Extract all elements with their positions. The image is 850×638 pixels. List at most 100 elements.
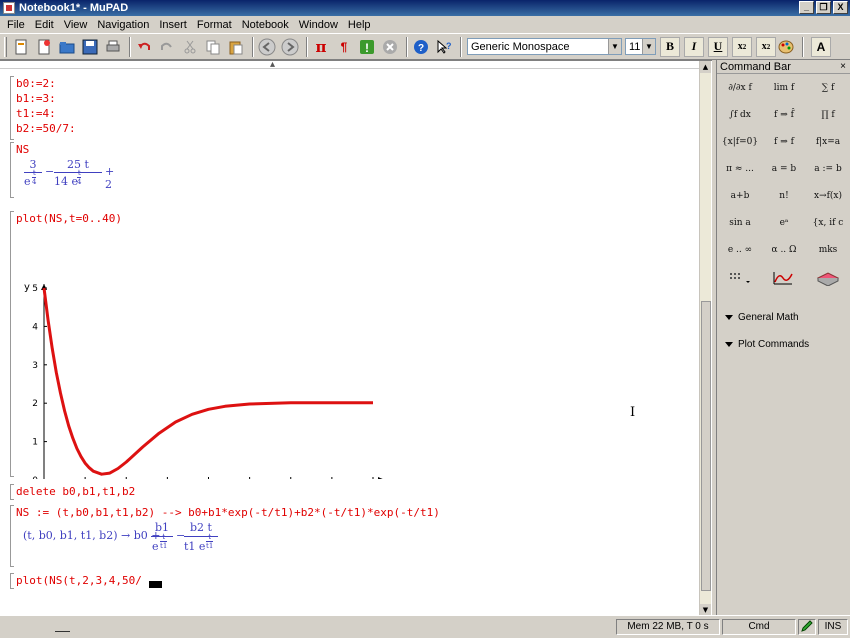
underline-button[interactable]: U: [708, 36, 728, 57]
status-bar: Mem 22 MB, T 0 s Cmd INS: [0, 615, 850, 638]
menu-navigation[interactable]: Navigation: [92, 19, 154, 31]
plot-commands-section[interactable]: Plot Commands: [725, 339, 809, 350]
save-icon[interactable]: [80, 37, 100, 57]
input-line[interactable]: b2:=50/7:: [16, 121, 76, 136]
plot-canvas[interactable]: 0510152025303540012345ty: [16, 229, 396, 479]
new-document-icon[interactable]: [34, 37, 54, 57]
function-button[interactable]: x→f(x): [807, 184, 849, 208]
undo-icon[interactable]: [134, 37, 154, 57]
input-line[interactable]: b1:=3:: [16, 91, 56, 106]
input-bracket[interactable]: [10, 211, 14, 477]
input-bracket[interactable]: [10, 142, 14, 198]
general-math-section[interactable]: General Math: [725, 312, 799, 323]
derivative-button[interactable]: ∂/∂x f: [719, 76, 761, 100]
menu-edit[interactable]: Edit: [30, 19, 59, 31]
sum-button[interactable]: ∑ f: [807, 76, 849, 100]
help-icon[interactable]: ?: [411, 37, 431, 57]
input-line[interactable]: b0:=2:: [16, 76, 56, 91]
pencil-icon[interactable]: [798, 619, 816, 635]
matrix-icon[interactable]: [719, 266, 761, 290]
input-line[interactable]: plot(NS(t,2,3,4,50/: [16, 573, 142, 588]
plot-3d-icon[interactable]: [807, 266, 849, 290]
insert-text-icon[interactable]: ¶: [334, 37, 354, 57]
input-bracket[interactable]: [10, 573, 14, 589]
copy-icon[interactable]: [203, 37, 223, 57]
input-bracket[interactable]: [10, 505, 14, 567]
factorial-button[interactable]: n!: [763, 184, 805, 208]
y-tick-label: 0: [32, 476, 38, 479]
close-button[interactable]: X: [833, 1, 848, 14]
redo-icon[interactable]: [157, 37, 177, 57]
cut-icon[interactable]: [180, 37, 200, 57]
menu-format[interactable]: Format: [192, 19, 237, 31]
scroll-up-arrow-icon[interactable]: ▴: [270, 59, 275, 70]
back-icon[interactable]: [257, 37, 277, 57]
stop-icon[interactable]: [380, 37, 400, 57]
integral-button[interactable]: ∫f dx: [719, 103, 761, 127]
vertical-scrollbar[interactable]: ▲ ▼: [699, 61, 711, 616]
menu-notebook[interactable]: Notebook: [237, 19, 294, 31]
open-folder-icon[interactable]: [57, 37, 77, 57]
input-line[interactable]: plot(NS,t=0..40): [16, 211, 122, 226]
status-left-mark: [55, 631, 70, 632]
greek-button[interactable]: α .. Ω: [763, 238, 805, 262]
input-line[interactable]: NS: [16, 142, 29, 157]
rewrite-button[interactable]: f ⇒ f: [763, 130, 805, 154]
font-size-select[interactable]: 11 ▼: [625, 38, 656, 55]
menu-window[interactable]: Window: [294, 19, 343, 31]
print-icon[interactable]: [103, 37, 123, 57]
color-palette-icon[interactable]: [776, 37, 796, 57]
new-notebook-icon[interactable]: [11, 37, 31, 57]
input-line[interactable]: NS := (t,b0,b1,t1,b2) --> b0+b1*exp(-t/t…: [16, 505, 440, 520]
equation-button[interactable]: a = b: [763, 157, 805, 181]
toolbar-separator: [306, 36, 308, 57]
constants-button[interactable]: e .. ∞: [719, 238, 761, 262]
chevron-down-icon[interactable]: ▼: [608, 39, 621, 54]
approx-button[interactable]: π ≈ ...: [719, 157, 761, 181]
evaluate-icon[interactable]: !: [357, 37, 377, 57]
piecewise-button[interactable]: {x, if c: [807, 211, 849, 235]
solve-button[interactable]: {x|f=0}: [719, 130, 761, 154]
toolbar: π ¶ ! ? ? Generic Monospace ▼ 11 ▼ B I U…: [0, 33, 850, 60]
menu-help[interactable]: Help: [343, 19, 376, 31]
input-bracket[interactable]: [10, 76, 14, 140]
restore-button[interactable]: ❐: [816, 1, 831, 14]
notebook-area[interactable]: ▴ b0:=2: b1:=3: t1:=4: b2:=50/7: NS 3 e …: [0, 59, 712, 616]
close-icon[interactable]: ×: [840, 60, 846, 74]
input-line[interactable]: delete b0,b1,t1,b2: [16, 484, 135, 499]
section-label: General Math: [738, 312, 799, 323]
menu-insert[interactable]: Insert: [154, 19, 192, 31]
scroll-thumb[interactable]: [701, 301, 711, 591]
simplify-button[interactable]: f ⇒ f̂: [763, 103, 805, 127]
text-size-button[interactable]: A: [811, 36, 831, 57]
insert-calculation-icon[interactable]: π: [311, 37, 331, 57]
assign-button[interactable]: a := b: [807, 157, 849, 181]
y-axis-label: y: [24, 282, 30, 293]
svg-text:?: ?: [418, 43, 424, 54]
input-line[interactable]: t1:=4:: [16, 106, 56, 121]
input-bracket[interactable]: [10, 484, 14, 500]
font-family-select[interactable]: Generic Monospace ▼: [467, 38, 622, 55]
exponential-button[interactable]: eᵃ: [763, 211, 805, 235]
subscript-button[interactable]: x2: [732, 36, 752, 57]
evaluate-at-button[interactable]: f|x=a: [807, 130, 849, 154]
italic-button[interactable]: I: [684, 36, 704, 57]
menu-file[interactable]: File: [2, 19, 30, 31]
paste-icon[interactable]: [226, 37, 246, 57]
arithmetic-button[interactable]: a+b: [719, 184, 761, 208]
chevron-down-icon[interactable]: ▼: [642, 39, 655, 54]
trig-button[interactable]: sin a: [719, 211, 761, 235]
plot-2d-icon[interactable]: [763, 266, 805, 290]
bold-button[interactable]: B: [660, 36, 680, 57]
limit-button[interactable]: lim f: [763, 76, 805, 100]
product-button[interactable]: ∏ f: [807, 103, 849, 127]
menu-view[interactable]: View: [59, 19, 93, 31]
forward-icon[interactable]: [280, 37, 300, 57]
units-button[interactable]: mks: [807, 238, 849, 262]
scroll-up-icon[interactable]: ▲: [700, 61, 711, 73]
superscript-button[interactable]: x2: [756, 36, 776, 57]
series-line: [42, 287, 373, 476]
exponent: t 4: [32, 169, 37, 186]
minimize-button[interactable]: _: [799, 1, 814, 14]
context-help-icon[interactable]: ?: [434, 37, 454, 57]
